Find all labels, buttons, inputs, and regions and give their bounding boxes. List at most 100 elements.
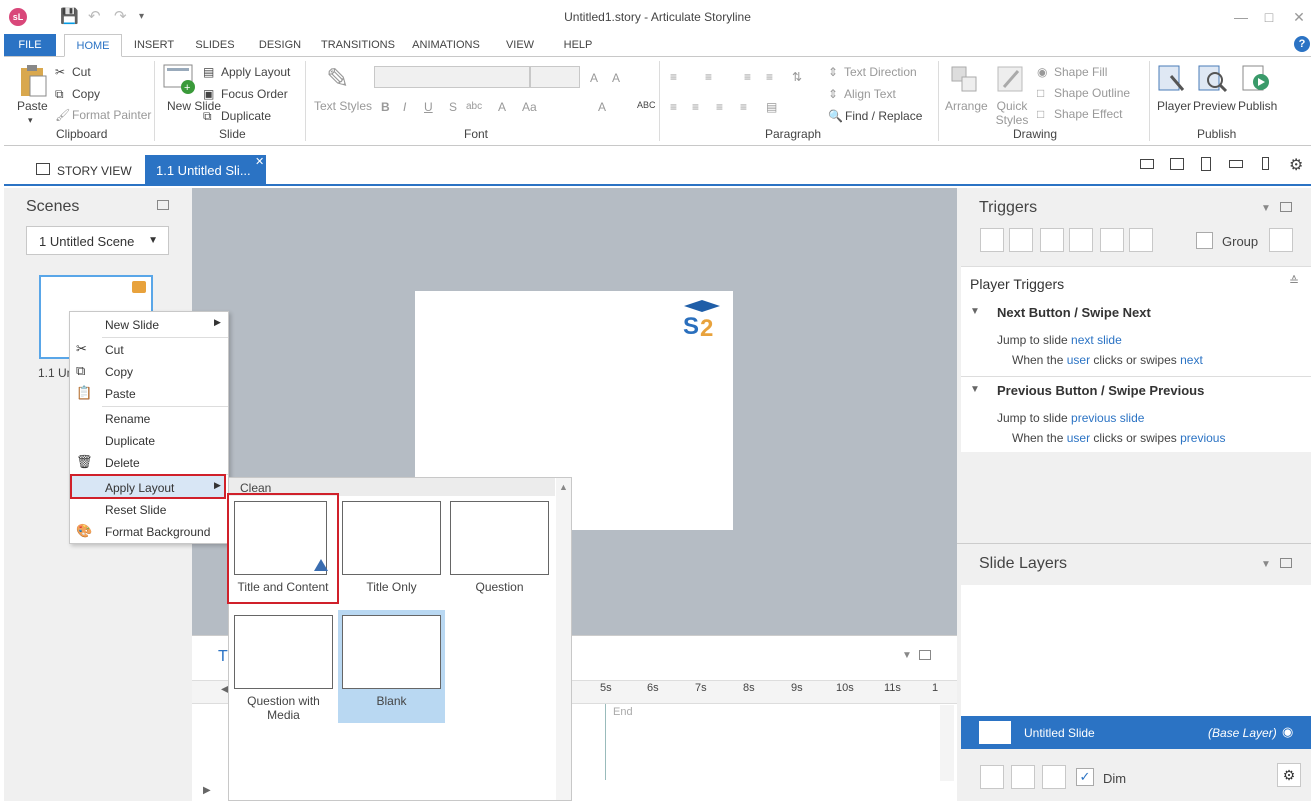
restore-panel-icon[interactable] bbox=[1280, 202, 1292, 212]
paste-icon[interactable] bbox=[18, 64, 48, 98]
group-checkbox[interactable] bbox=[1196, 232, 1213, 249]
layers-menu-icon[interactable]: ▼ bbox=[1261, 559, 1271, 570]
desktop-preview-icon[interactable] bbox=[1140, 159, 1154, 169]
flyout-scrollbar[interactable] bbox=[556, 478, 571, 800]
actor-link[interactable]: user bbox=[1067, 353, 1090, 367]
collapse-icon[interactable]: ≙ bbox=[1289, 274, 1299, 288]
layout-thumb-question-with-media[interactable] bbox=[234, 615, 333, 689]
new-trigger-button[interactable] bbox=[980, 228, 1004, 252]
text-styles-button[interactable]: Text Styles bbox=[314, 99, 372, 113]
apply-layout-icon[interactable]: ▤ bbox=[203, 65, 214, 79]
duplicate-icon[interactable]: ⧉ bbox=[203, 109, 212, 123]
shape-outline-icon[interactable]: □ bbox=[1037, 86, 1044, 100]
tablet-portrait-icon[interactable] bbox=[1201, 157, 1211, 171]
shape-effect-button[interactable]: Shape Effect bbox=[1054, 107, 1123, 121]
align-center-icon[interactable]: ≡ bbox=[692, 100, 699, 114]
tab-animations[interactable]: ANIMATIONS bbox=[408, 34, 484, 56]
paste-button[interactable]: Paste bbox=[17, 99, 48, 113]
triggers-menu-icon[interactable]: ▼ bbox=[1261, 203, 1271, 214]
delete-trigger-button[interactable] bbox=[1100, 228, 1124, 252]
layout-thumb-blank[interactable] bbox=[342, 615, 441, 689]
text-direction-icon[interactable]: ⇕ bbox=[828, 65, 838, 79]
align-text-button[interactable]: Align Text bbox=[844, 87, 896, 101]
tab-slide[interactable]: 1.1 Untitled Sli... bbox=[145, 155, 266, 186]
tab-file[interactable]: FILE bbox=[4, 34, 56, 56]
apply-layout-button[interactable]: Apply Layout bbox=[221, 65, 290, 79]
settings-gear-icon[interactable]: ⚙ bbox=[1289, 155, 1303, 175]
menu-cut[interactable]: Cut bbox=[105, 343, 124, 357]
copy-icon[interactable]: ⧉ bbox=[55, 87, 64, 101]
preview-icon[interactable] bbox=[1197, 62, 1229, 96]
publish-button[interactable]: Publish bbox=[1238, 99, 1277, 113]
edit-trigger-button[interactable] bbox=[1009, 228, 1033, 252]
variables-button[interactable] bbox=[1269, 228, 1293, 252]
grow-font-icon[interactable]: A bbox=[590, 71, 598, 85]
tab-view[interactable]: VIEW bbox=[500, 34, 540, 56]
restore-panel-icon[interactable] bbox=[157, 200, 169, 210]
decrease-indent-icon[interactable]: ≡ bbox=[744, 70, 751, 84]
find-replace-button[interactable]: Find / Replace bbox=[845, 109, 922, 123]
tablet-landscape-icon[interactable] bbox=[1170, 158, 1184, 170]
format-painter-icon[interactable]: 🖌 bbox=[55, 108, 70, 122]
tab-transitions[interactable]: TRANSITIONS bbox=[318, 34, 398, 56]
menu-rename[interactable]: Rename bbox=[105, 412, 150, 426]
preview-button[interactable]: Preview bbox=[1193, 99, 1236, 113]
duplicate-button[interactable]: Duplicate bbox=[221, 109, 271, 123]
duplicate-layer-button[interactable] bbox=[1011, 765, 1035, 789]
prev-trigger-heading[interactable]: Previous Button / Swipe Previous bbox=[997, 383, 1204, 398]
highlight-icon[interactable]: A bbox=[598, 100, 606, 114]
focus-order-icon[interactable]: ▣ bbox=[203, 87, 214, 101]
find-icon[interactable]: 🔍 bbox=[828, 109, 843, 123]
align-left-icon[interactable]: ≡ bbox=[670, 100, 677, 114]
restore-panel-icon[interactable] bbox=[919, 650, 931, 660]
character-spacing-icon[interactable]: abc bbox=[466, 100, 482, 114]
timeline-menu-icon[interactable]: ▼ bbox=[902, 650, 912, 661]
paste-dropdown-icon[interactable]: ▾ bbox=[28, 113, 33, 127]
tab-help[interactable]: HELP bbox=[558, 34, 598, 56]
layout-thumb-question[interactable] bbox=[450, 501, 549, 575]
maximize-icon[interactable]: □ bbox=[1254, 6, 1284, 28]
shape-effect-icon[interactable]: □ bbox=[1037, 107, 1044, 121]
strikethrough-icon[interactable]: S bbox=[449, 100, 457, 114]
new-layer-button[interactable] bbox=[980, 765, 1004, 789]
expand-arrow-icon[interactable]: ▼ bbox=[970, 306, 980, 317]
timeline-vscrollbar[interactable] bbox=[940, 705, 954, 781]
phone-portrait-icon[interactable] bbox=[1262, 157, 1269, 170]
numbering-icon[interactable]: ≡ bbox=[705, 70, 712, 84]
increase-indent-icon[interactable]: ≡ bbox=[766, 70, 773, 84]
menu-reset-slide[interactable]: Reset Slide bbox=[105, 503, 166, 517]
bold-icon[interactable]: B bbox=[381, 100, 390, 114]
help-icon[interactable]: ? bbox=[1294, 36, 1310, 52]
scroll-left-icon[interactable]: ▶ bbox=[203, 785, 211, 796]
format-painter-button[interactable]: Format Painter bbox=[72, 108, 151, 122]
menu-format-background[interactable]: Format Background bbox=[105, 525, 210, 539]
tab-insert[interactable]: INSERT bbox=[128, 34, 180, 56]
delete-layer-button[interactable] bbox=[1042, 765, 1066, 789]
cut-button[interactable]: Cut bbox=[72, 65, 91, 79]
action-target-link[interactable]: previous slide bbox=[1071, 411, 1144, 425]
minimize-icon[interactable]: — bbox=[1226, 6, 1256, 28]
player-icon[interactable] bbox=[1157, 62, 1187, 96]
next-trigger-heading[interactable]: Next Button / Swipe Next bbox=[997, 305, 1151, 320]
justify-icon[interactable]: ≡ bbox=[740, 100, 747, 114]
expand-arrow-icon[interactable]: ▼ bbox=[970, 384, 980, 395]
tab-story-view[interactable]: STORY VIEW bbox=[57, 164, 132, 178]
paste-trigger-button[interactable] bbox=[1069, 228, 1093, 252]
columns-icon[interactable]: ▤ bbox=[766, 100, 777, 114]
spell-check-icon[interactable]: ABC bbox=[637, 98, 656, 112]
prev-trigger-action[interactable]: Jump to slide previous slide bbox=[997, 411, 1144, 425]
menu-apply-layout[interactable]: Apply Layout bbox=[105, 481, 174, 495]
next-trigger-action[interactable]: Jump to slide next slide bbox=[997, 333, 1122, 347]
quick-styles-icon[interactable] bbox=[996, 65, 1026, 95]
text-direction-button[interactable]: Text Direction bbox=[844, 65, 917, 79]
scene-dropdown[interactable]: 1 Untitled Scene ▼ bbox=[26, 226, 169, 255]
cut-icon[interactable]: ✂ bbox=[55, 65, 65, 79]
shape-outline-button[interactable]: Shape Outline bbox=[1054, 86, 1130, 100]
scroll-up-icon[interactable]: ▲ bbox=[559, 482, 568, 492]
bullets-icon[interactable]: ≡ bbox=[670, 70, 677, 84]
arrange-button[interactable]: Arrange bbox=[945, 99, 988, 113]
font-color-icon[interactable]: A bbox=[498, 100, 506, 114]
dim-checkbox[interactable]: ✓ bbox=[1076, 768, 1094, 786]
actor-link[interactable]: user bbox=[1067, 431, 1090, 445]
move-trigger-button[interactable] bbox=[1129, 228, 1153, 252]
